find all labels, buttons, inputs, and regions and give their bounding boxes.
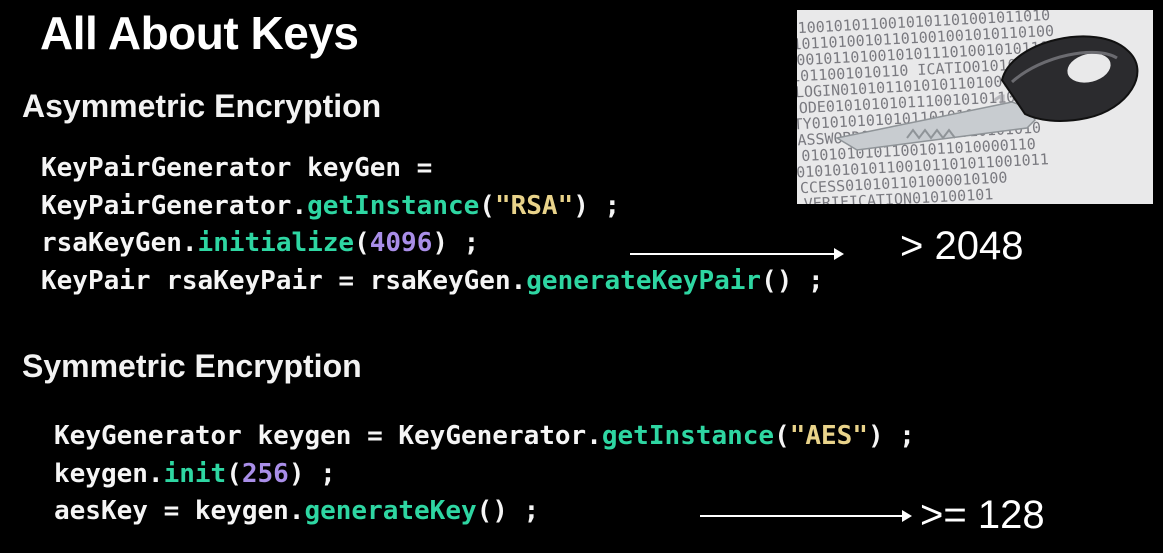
sym-code-line: keygen.init(256) ; [54,456,915,494]
code-token-method: getInstance [601,421,775,451]
asymmetric-code-block: KeyPairGenerator keyGen = KeyPairGenerato… [41,150,824,300]
code-token-plain: () ; [761,265,824,296]
code-token-plain: () ; [476,496,540,527]
slide-title: All About Keys [40,7,359,59]
code-token-plain: KeyGenerator keygen = KeyGenerator. [54,421,602,451]
aes-keysize-note: >= 128 [920,493,1045,537]
code-token-plain: ( [774,421,790,451]
code-token-plain: ( [354,228,370,259]
asym-code-line: KeyPairGenerator keyGen = [41,150,824,188]
code-token-method: getInstance [307,190,480,221]
code-token-number: 256 [241,458,289,489]
asym-code-line: rsaKeyGen.initialize(4096) ; [41,225,824,263]
key-photo: 01001010110010101101001011010 10110100101… [797,10,1153,204]
key-photo-svg: 0100101011001010110100101101010110100101… [797,10,1153,204]
code-token-plain: keygen. [54,458,164,489]
code-token-number: 4096 [369,228,433,259]
aes-keysize-arrow [700,510,912,522]
code-token-method: init [163,458,227,489]
code-token-plain: KeyPairGenerator. [41,190,308,221]
sym-code-line: KeyGenerator keygen = KeyGenerator.getIn… [54,418,915,456]
code-token-method: initialize [197,228,355,259]
symmetric-code-block: KeyGenerator keygen = KeyGenerator.getIn… [54,418,915,531]
asym-code-line: KeyPair rsaKeyPair = rsaKeyGen.generateK… [41,263,824,301]
code-token-plain: KeyPairGenerator keyGen = [41,153,433,183]
code-token-method: generateKeyPair [526,265,762,296]
code-token-string: "RSA" [494,190,574,221]
sym-code-line: aesKey = keygen.generateKey() ; [54,493,915,531]
code-token-plain: rsaKeyGen. [41,228,198,259]
code-token-plain: ) ; [573,190,621,221]
rsa-keysize-arrow [630,248,844,260]
code-token-plain: ( [479,190,495,221]
code-token-plain: ) ; [432,228,480,259]
symmetric-heading: Symmetric Encryption [22,348,362,384]
code-token-string: "AES" [789,421,868,451]
code-token-plain: aesKey = keygen. [54,496,305,527]
asymmetric-heading: Asymmetric Encryption [22,88,382,124]
code-token-plain: KeyPair rsaKeyPair = rsaKeyGen. [41,265,527,296]
asym-code-line: KeyPairGenerator.getInstance("RSA") ; [41,188,824,226]
code-token-plain: ) ; [288,458,336,489]
code-token-method: generateKey [304,496,477,527]
code-token-plain: ) ; [868,421,915,451]
rsa-keysize-note: > 2048 [900,224,1024,268]
code-token-plain: ( [226,458,242,489]
